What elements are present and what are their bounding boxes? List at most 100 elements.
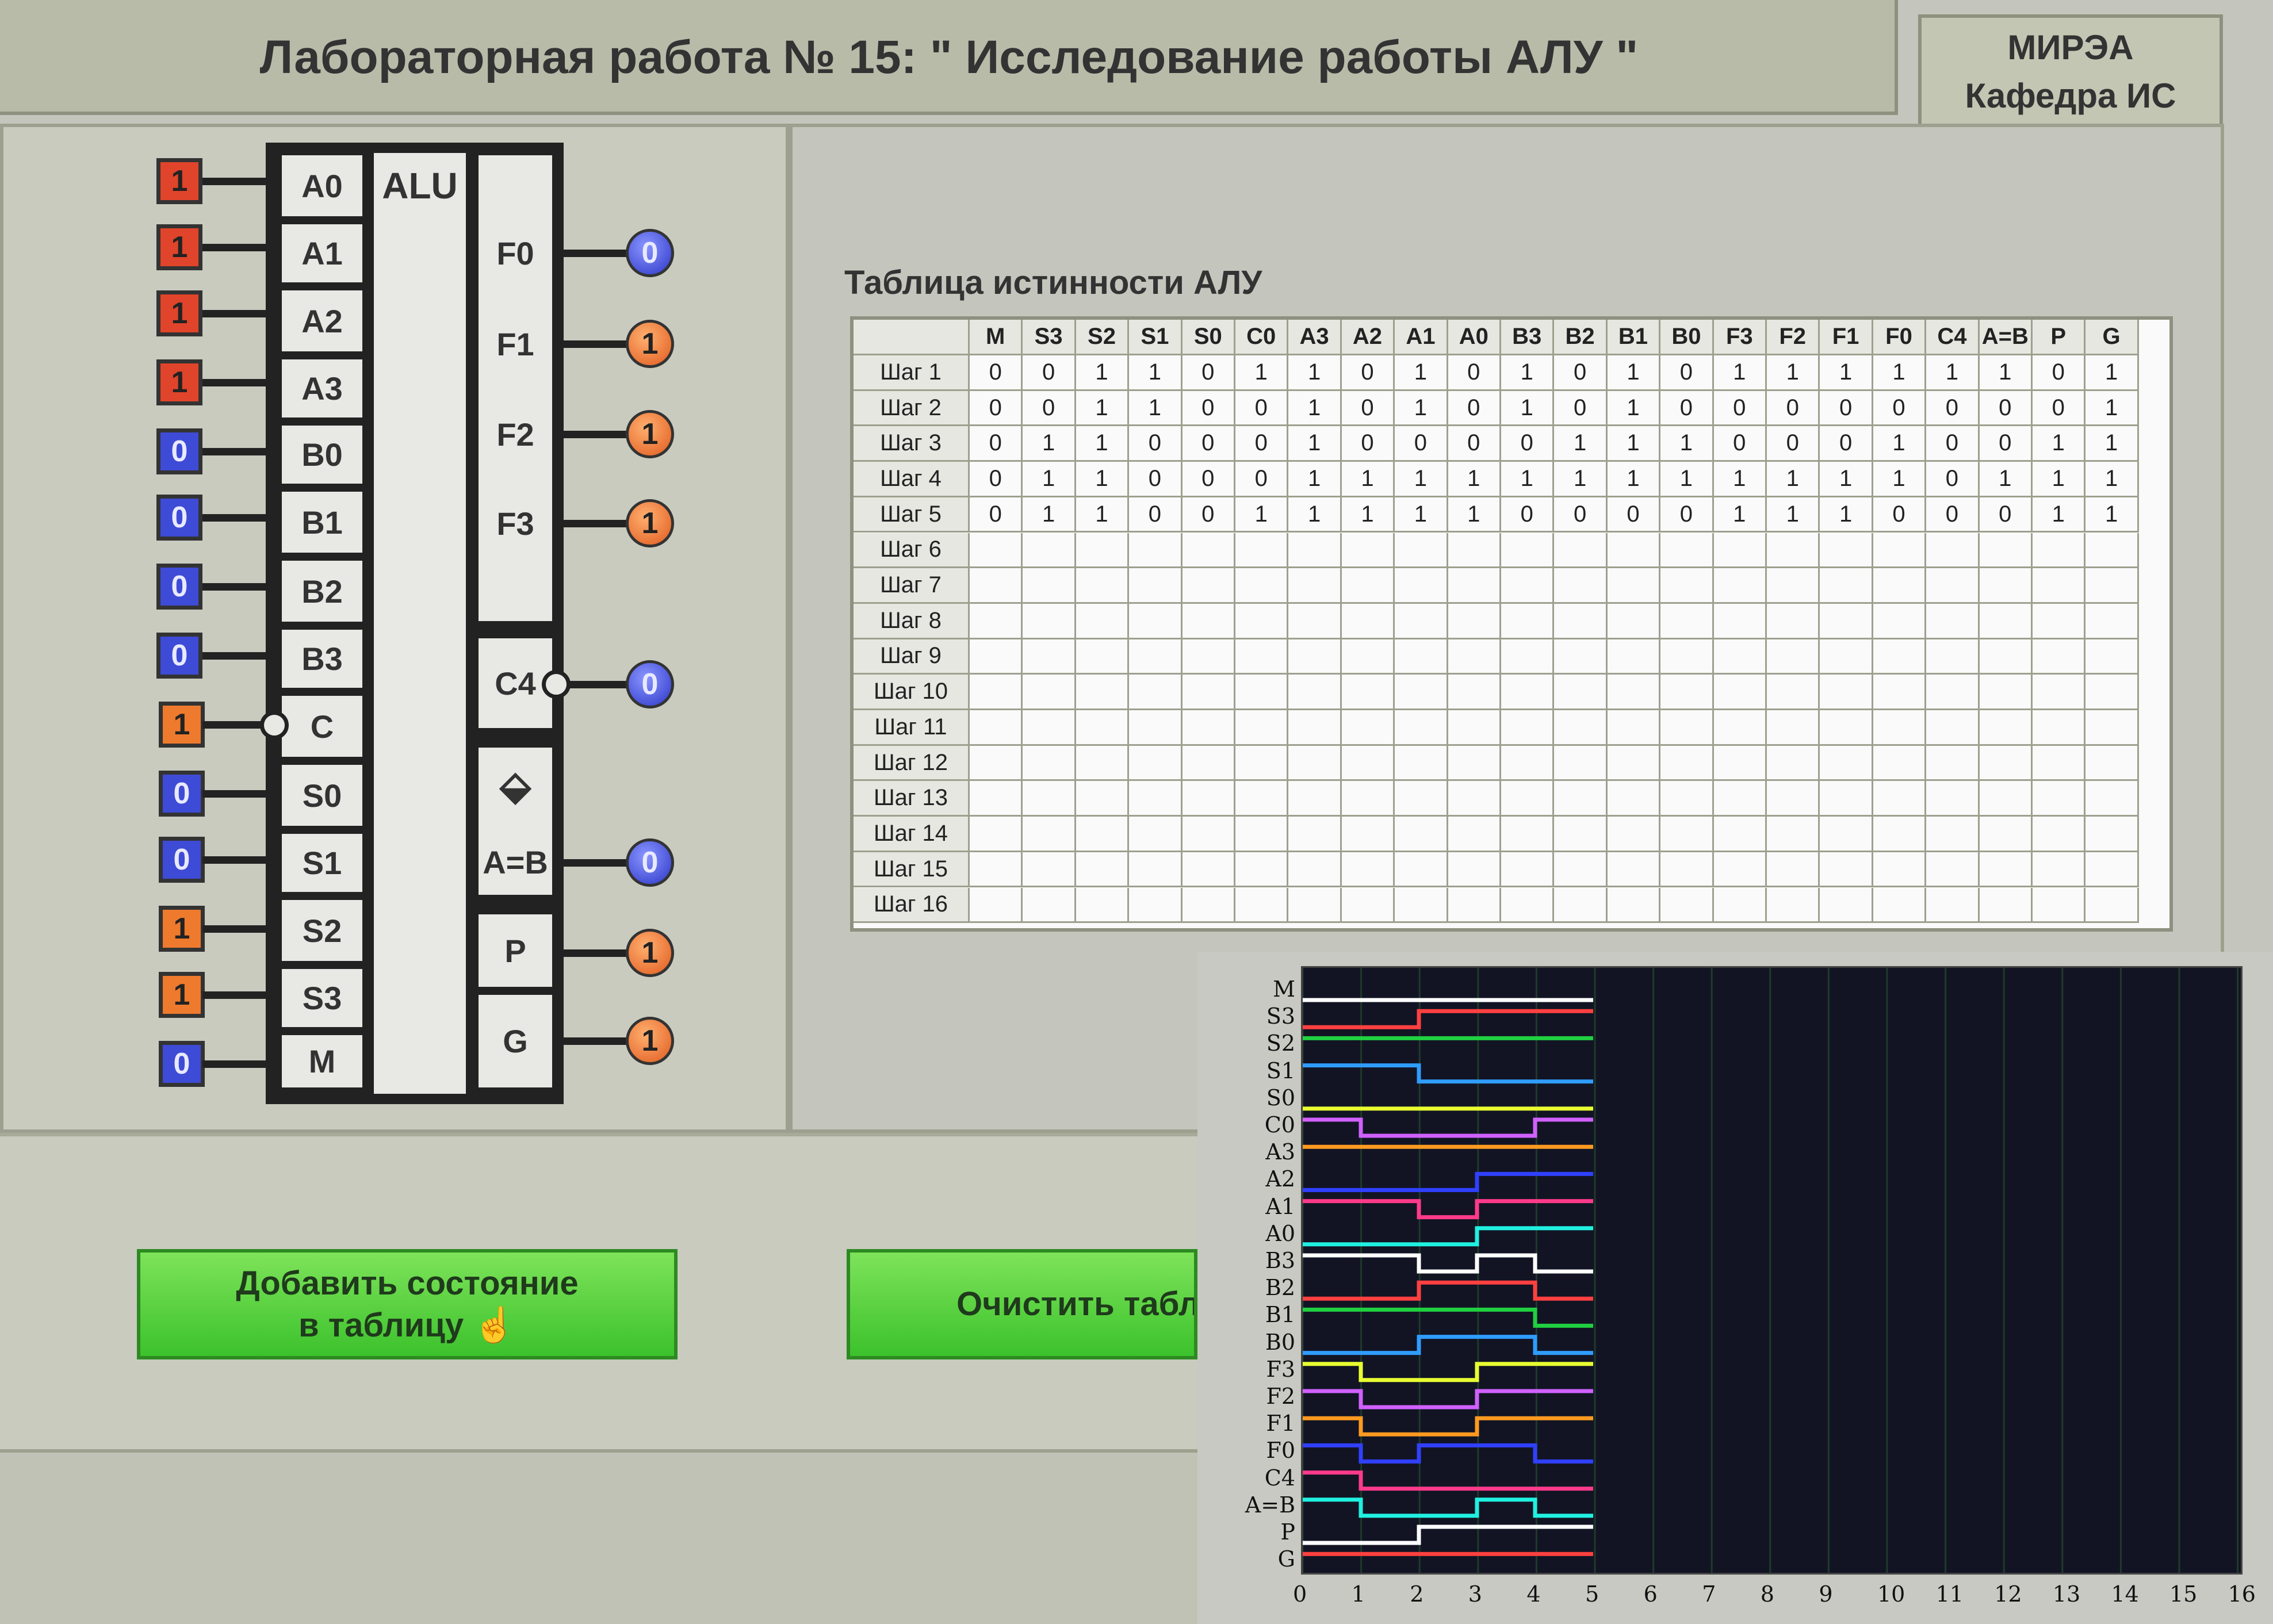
input-toggle-s0[interactable]: 0: [159, 771, 205, 817]
table-cell: [1182, 781, 1235, 817]
table-cell: [2086, 781, 2139, 817]
timing-signal-label: B3: [1265, 1248, 1295, 1273]
input-toggle-a0[interactable]: 1: [156, 158, 202, 204]
table-cell: 1: [1926, 355, 1980, 391]
input-toggle-b2[interactable]: 0: [156, 564, 202, 610]
add-state-line1: Добавить состояние: [236, 1264, 579, 1302]
table-cell: [1767, 675, 1820, 710]
table-cell: [1873, 817, 1927, 852]
table-cell: 0: [1767, 390, 1820, 427]
clear-table-label: Очистить табл: [956, 1285, 1197, 1323]
input-toggle-s3[interactable]: 1: [159, 972, 205, 1018]
table-cell: [1235, 710, 1289, 746]
table-cell: [1926, 533, 1980, 569]
table-cell: [1554, 887, 1608, 924]
timing-x-tick: 1: [1351, 1581, 1365, 1607]
output-lead: [564, 340, 627, 348]
table-cell: [1979, 852, 2033, 888]
input-toggle-a3[interactable]: 1: [156, 359, 202, 405]
output-lead: [564, 520, 627, 527]
table-cell: 1: [1129, 390, 1183, 427]
table-cell: [970, 603, 1023, 639]
table-cell: [1395, 781, 1448, 817]
table-cell: 1: [1767, 497, 1820, 533]
table-cell: [1979, 745, 2033, 782]
table-cell: 1: [1767, 355, 1820, 391]
table-cell: [1820, 675, 1873, 710]
table-cell: [1129, 817, 1183, 852]
clear-table-button[interactable]: Очистить табл: [847, 1249, 1197, 1359]
carry-out-inverter-bubble: [542, 670, 571, 699]
table-cell: 0: [1182, 390, 1235, 427]
add-state-line2-wrap: в таблицу ☝: [236, 1304, 578, 1346]
table-cell: [1288, 533, 1342, 569]
table-cell: [1129, 710, 1183, 746]
table-row-label: Шаг 10: [854, 675, 970, 710]
input-toggle-s1[interactable]: 0: [159, 837, 205, 883]
input-toggle-s2[interactable]: 1: [159, 906, 205, 952]
table-cell: [1182, 817, 1235, 852]
input-lead: [202, 583, 266, 591]
table-cell: [2033, 533, 2086, 569]
table-column-header: C0: [1235, 320, 1289, 355]
table-row-label: Шаг 1: [854, 355, 970, 391]
table-cell: [1501, 817, 1555, 852]
table-cell: 0: [1873, 390, 1927, 427]
table-cell: [1926, 710, 1980, 746]
output-led-f0: 0: [626, 229, 674, 277]
timing-signal-label: B0: [1265, 1329, 1295, 1355]
table-cell: 1: [1395, 462, 1448, 497]
timing-diagram-svg: [1302, 968, 2239, 1573]
table-cell: [1395, 887, 1448, 924]
input-lead: [202, 790, 266, 798]
table-cell: [2033, 568, 2086, 604]
table-cell: [1713, 887, 1767, 924]
table-column-header: S2: [1076, 320, 1130, 355]
alu-core: ALU: [374, 153, 466, 1094]
output-led-f2: 1: [626, 410, 674, 458]
table-cell: [1235, 603, 1289, 639]
table-cell: [1023, 852, 1076, 888]
input-toggle-b1[interactable]: 0: [156, 495, 202, 541]
table-cell: 1: [1395, 497, 1448, 533]
add-state-button[interactable]: Добавить состояние в таблицу ☝: [137, 1249, 678, 1359]
table-cell: 0: [970, 390, 1023, 427]
output-pin-f0: F0: [496, 235, 534, 271]
input-toggle-a1[interactable]: 1: [156, 224, 202, 270]
table-cell: [2086, 710, 2139, 746]
table-cell: 0: [1926, 426, 1980, 462]
input-lead: [202, 244, 266, 251]
table-cell: [1926, 887, 1980, 924]
table-row-label: Шаг 8: [854, 603, 970, 639]
table-cell: [1554, 675, 1608, 710]
table-cell: [1448, 781, 1501, 817]
table-cell: 0: [1979, 426, 2033, 462]
table-cell: [1395, 817, 1448, 852]
timing-trace-s1: [1303, 1063, 1593, 1084]
timing-signal-label: S3: [1266, 1003, 1295, 1029]
table-cell: 1: [1288, 426, 1342, 462]
table-cell: [1341, 675, 1395, 710]
input-pin-s2: S2: [282, 900, 362, 961]
table-column-header: A=B: [1979, 320, 2033, 355]
input-toggle-a2[interactable]: 1: [156, 290, 202, 336]
input-toggle-m[interactable]: 0: [159, 1041, 205, 1087]
timing-signal-label: A0: [1265, 1220, 1295, 1246]
input-toggle-b0[interactable]: 0: [156, 428, 202, 474]
input-toggle-c[interactable]: 1: [159, 702, 205, 748]
table-cell: [1448, 710, 1501, 746]
input-lead: [202, 1060, 266, 1068]
timing-x-tick: 12: [1994, 1581, 2022, 1607]
table-column-header: B0: [1660, 320, 1714, 355]
table-cell: [1395, 852, 1448, 888]
timing-trace-c4: [1303, 1470, 1593, 1491]
table-cell: 0: [1448, 390, 1501, 427]
table-cell: [1979, 603, 2033, 639]
table-cell: [1448, 639, 1501, 675]
table-cell: [1341, 852, 1395, 888]
table-cell: 0: [1873, 497, 1927, 533]
table-cell: 0: [1023, 355, 1076, 391]
table-cell: [1182, 639, 1235, 675]
input-toggle-b3[interactable]: 0: [156, 633, 202, 679]
table-cell: 1: [1288, 462, 1342, 497]
